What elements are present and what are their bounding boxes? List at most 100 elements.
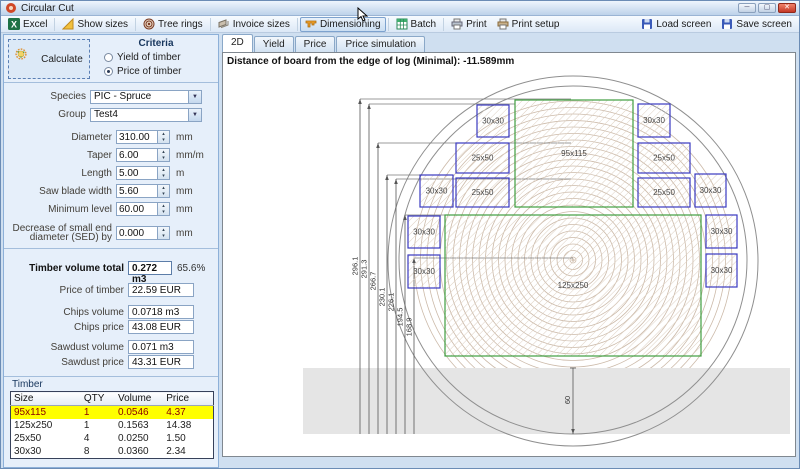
maximize-button[interactable]: ▢	[758, 3, 776, 13]
cell-price: 1.50	[163, 432, 213, 445]
timber-table-header: Size QTY Volume Price	[11, 392, 214, 406]
close-button[interactable]: ✕	[778, 3, 796, 13]
cell-qty: 1	[81, 406, 115, 420]
timber-volume-percent: 65.6%	[177, 263, 205, 274]
sed-input[interactable]: 0.000	[116, 226, 158, 240]
results-section: Timber volume total 0.272 m3 65.6% Price…	[4, 249, 218, 377]
length-spinner[interactable]: ▴▾	[158, 166, 170, 180]
taper-input[interactable]: 6.00	[116, 148, 158, 162]
toolbar-button-tree-rings[interactable]: Tree rings	[138, 17, 208, 32]
dimension-label: 194.5	[396, 308, 405, 327]
cell-price: 14.38	[163, 419, 213, 432]
radio-price-of-timber[interactable]: Price of timber	[104, 66, 214, 77]
diameter-label: Diameter	[4, 132, 116, 143]
spin-down-icon: ▾	[158, 233, 169, 239]
spin-down-icon: ▾	[158, 137, 169, 143]
minimum-level-input[interactable]: 60.00	[116, 202, 158, 216]
dimension-arrow	[376, 143, 380, 148]
chips-volume-label: Chips volume	[4, 307, 128, 318]
chips-volume-value: 0.0718 m3	[128, 305, 194, 319]
toolbar-button-load-screen[interactable]: Load screen	[636, 17, 716, 32]
toolbar-button-print-setup[interactable]: Print setup	[492, 17, 565, 32]
board-label: 125x250	[558, 281, 589, 290]
toolbar-button-save-screen[interactable]: Save screen	[716, 17, 797, 32]
calculate-button[interactable]: Calculate	[8, 39, 90, 79]
table-row[interactable]: 95x115 1 0.0546 4.37	[11, 406, 214, 420]
timber-volume-total-value: 0.272 m3	[128, 261, 172, 275]
timber-table: Size QTY Volume Price 95x115 1 0.0546 4.…	[10, 391, 214, 459]
dimension-label: 291.3	[360, 260, 369, 279]
tab-strip: 2D Yield Price Price simulation	[222, 34, 426, 52]
parameters-section: Species PIC - Spruce ▼ Group Test4 ▼ Dia…	[4, 83, 218, 249]
cell-volume: 0.0360	[115, 445, 163, 459]
table-row[interactable]: 25x50 4 0.0250 1.50	[11, 432, 214, 445]
species-select[interactable]: PIC - Spruce ▼	[90, 90, 202, 104]
col-size[interactable]: Size	[11, 392, 81, 406]
criteria-title: Criteria	[98, 38, 214, 49]
toolbar-separator	[135, 18, 136, 31]
length-label: Length	[4, 168, 116, 179]
board-label: 30x30	[711, 266, 733, 275]
length-input[interactable]: 5.00	[116, 166, 158, 180]
col-price[interactable]: Price	[163, 392, 213, 406]
table-row[interactable]: 125x250 1 0.1563 14.38	[11, 419, 214, 432]
board-label: 95x115	[561, 149, 587, 158]
toolbar-button-show-sizes[interactable]: Show sizes	[57, 17, 133, 32]
sed-spinner[interactable]: ▴▾	[158, 226, 170, 240]
price-of-timber-value: 22.59 EUR	[128, 283, 194, 297]
toolbar-button-dimensioning[interactable]: Dimensioning	[300, 17, 386, 32]
calculate-label: Calculate	[41, 54, 83, 65]
toolbar-button-invoice-sizes[interactable]: Invoice sizes	[213, 17, 295, 32]
cell-qty: 8	[81, 445, 115, 459]
sawdust-price-label: Sawdust price	[4, 357, 128, 368]
minimum-level-label: Minimum level	[4, 204, 116, 215]
toolbar-button-excel[interactable]: X Excel	[3, 17, 52, 32]
toolbar-label: Print setup	[512, 19, 560, 30]
log-cross-section-diagram: 296.1291.3266.7230.1226.1194.5168.995x11…	[223, 53, 795, 456]
toolbar-button-batch[interactable]: Batch	[391, 17, 442, 32]
dimension-arrow	[385, 175, 389, 180]
toolbar-button-print[interactable]: Print	[446, 17, 492, 32]
criteria-section: Calculate Criteria Yield of timber Price…	[4, 35, 218, 83]
chips-price-label: Chips price	[4, 322, 128, 333]
minimize-button[interactable]: ─	[738, 3, 756, 13]
app-window: Circular Cut ─ ▢ ✕ X Excel Show sizes Tr…	[0, 0, 800, 469]
tab-yield[interactable]: Yield	[254, 36, 294, 52]
board-label: 30x30	[426, 187, 448, 196]
taper-label: Taper	[4, 150, 116, 161]
dimension-arrow	[358, 99, 362, 104]
table-row[interactable]: 30x30 8 0.0360 2.34	[11, 445, 214, 459]
tab-price-simulation[interactable]: Price simulation	[336, 36, 425, 52]
group-select[interactable]: Test4 ▼	[90, 108, 202, 122]
minimum-level-spinner[interactable]: ▴▾	[158, 202, 170, 216]
chevron-down-icon: ▼	[188, 91, 201, 103]
title-bar: Circular Cut ─ ▢ ✕	[1, 1, 799, 16]
radio-yield-of-timber[interactable]: Yield of timber	[104, 52, 214, 63]
col-volume[interactable]: Volume	[115, 392, 163, 406]
diameter-input[interactable]: 310.00	[116, 130, 158, 144]
diameter-spinner[interactable]: ▴▾	[158, 130, 170, 144]
taper-spinner[interactable]: ▴▾	[158, 148, 170, 162]
tab-2d[interactable]: 2D	[222, 34, 253, 52]
cell-size: 95x115	[11, 406, 81, 420]
cell-size: 125x250	[11, 419, 81, 432]
spin-down-icon: ▾	[158, 209, 169, 215]
board-label: 30x30	[482, 117, 504, 126]
toolbar-separator	[210, 18, 211, 31]
toolbar-separator	[443, 18, 444, 31]
board-label: 25x50	[653, 154, 675, 163]
tab-price[interactable]: Price	[295, 36, 336, 52]
dimension-arrow	[403, 215, 407, 220]
board-label: 30x30	[413, 228, 435, 237]
saw-blade-width-input[interactable]: 5.60	[116, 184, 158, 198]
col-qty[interactable]: QTY	[81, 392, 115, 406]
saw-blade-width-spinner[interactable]: ▴▾	[158, 184, 170, 198]
floppy-disk-icon	[721, 18, 733, 30]
ruler-triangle-icon	[62, 18, 74, 30]
cell-size: 25x50	[11, 432, 81, 445]
board-label: 25x50	[653, 188, 675, 197]
minimum-level-unit: mm	[176, 204, 193, 215]
toolbar-label: Tree rings	[158, 19, 203, 30]
cell-volume: 0.0546	[115, 406, 163, 420]
printer-setup-icon	[497, 18, 509, 30]
